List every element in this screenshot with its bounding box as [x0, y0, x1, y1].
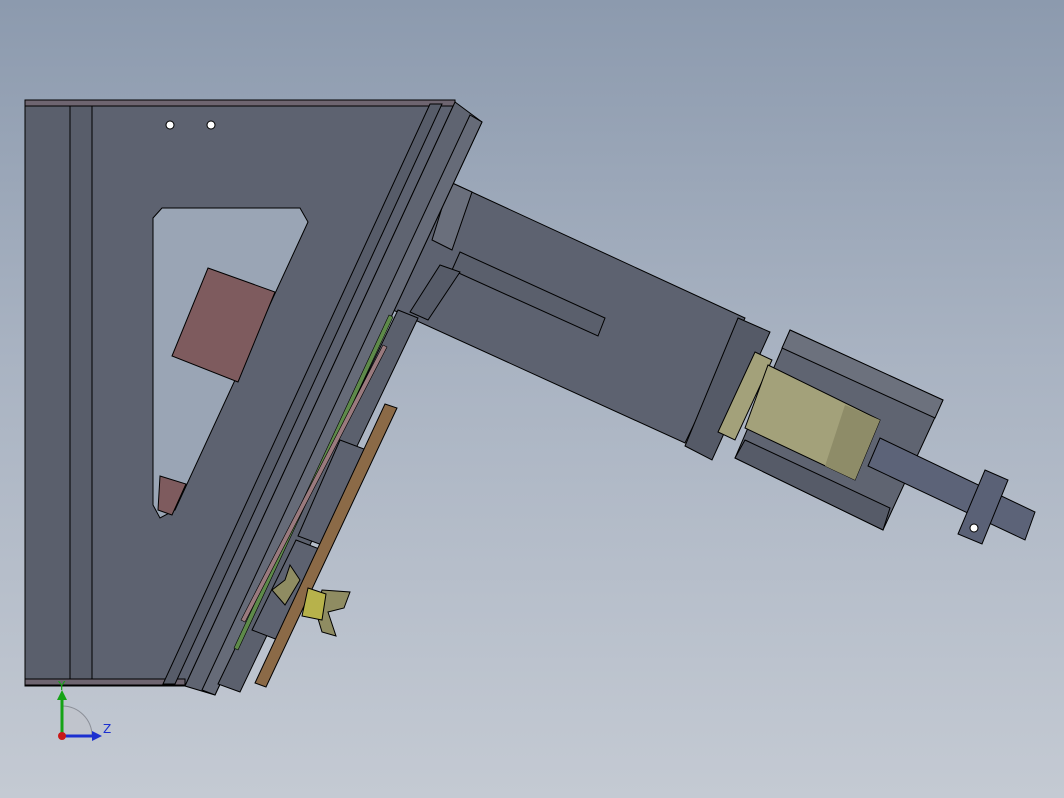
- mounting-hole-1-icon: [165, 120, 175, 130]
- y-axis-label: Y: [57, 679, 66, 693]
- bracket-top-edge: [24, 99, 456, 107]
- coordinate-triad: Y Z: [57, 679, 111, 741]
- x-axis-origin-icon: [58, 732, 66, 740]
- collar-screw-hole-icon: [969, 523, 979, 533]
- cad-model-view[interactable]: Y Z: [0, 0, 1064, 798]
- bracket-left-web: [69, 101, 93, 687]
- z-axis-label: Z: [103, 722, 111, 736]
- graphics-viewport[interactable]: Y Z: [0, 0, 1064, 798]
- bracket-bottom-edge: [24, 678, 186, 686]
- bracket-left-flange[interactable]: [24, 101, 71, 687]
- z-axis-arrowhead-icon: [92, 731, 102, 741]
- triad-arc: [61, 705, 93, 737]
- mounting-hole-2-icon: [206, 120, 216, 130]
- arm-assembly[interactable]: [392, 181, 1036, 545]
